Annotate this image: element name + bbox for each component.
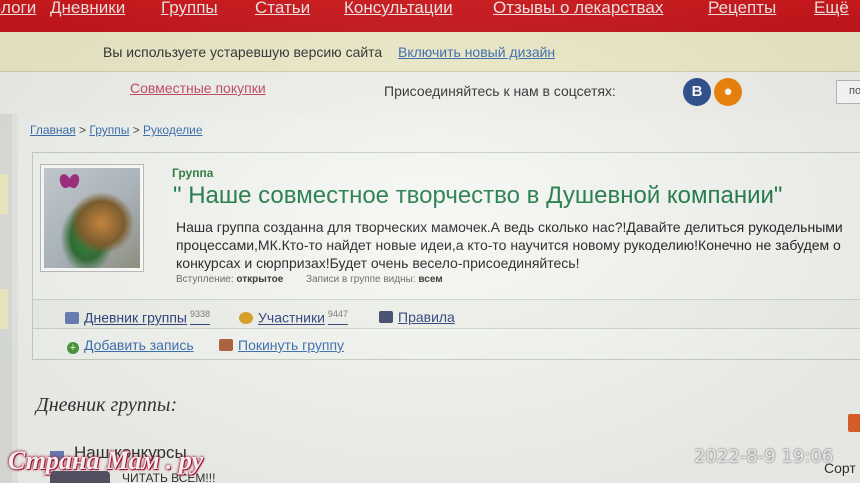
breadcrumb-craft[interactable]: Рукоделие — [143, 123, 202, 137]
join-social-text: Присоединяйтесь к нам в соцсетях: — [384, 83, 616, 99]
breadcrumb-home[interactable]: Главная — [30, 123, 76, 137]
group-meta: Вступление: открытое Записи в группе вид… — [176, 274, 443, 285]
site-watermark-logo: Страна Мам . ру — [8, 446, 204, 475]
group-title: " Наше совместное творчество в Душевной … — [173, 182, 783, 209]
main-content: Главная > Группы > Рукоделие Группа " На… — [18, 114, 860, 483]
old-version-notice: Вы используете устаревшую версию сайта В… — [0, 32, 860, 72]
group-description: Наша группа созданна для творческих мамо… — [176, 219, 843, 271]
sidebar-stub — [0, 289, 8, 329]
visibility-value: всем — [418, 274, 443, 285]
new-design-link[interactable]: Включить новый дизайн — [398, 44, 555, 60]
leave-group-label: Покинуть группу — [238, 337, 345, 353]
search-input[interactable]: по — [836, 80, 860, 104]
search-icon[interactable] — [848, 414, 860, 432]
group-avatar-image — [44, 168, 140, 268]
tab-members[interactable]: Участники 9447 — [239, 309, 348, 326]
joint-purchases-link[interactable]: Совместные покупки — [130, 80, 266, 96]
add-post-label: Добавить запись — [84, 337, 194, 353]
nav-item-consultations[interactable]: Консультации — [344, 0, 453, 18]
tab-members-label: Участники — [258, 309, 325, 326]
nav-item-articles[interactable]: Статьи — [255, 0, 310, 18]
group-card: Группа " Наше совместное творчество в Ду… — [32, 152, 860, 360]
join-policy-value: открытое — [236, 274, 284, 285]
vk-icon[interactable]: В — [683, 78, 711, 106]
breadcrumb: Главная > Группы > Рукоделие — [30, 123, 203, 137]
nav-item-groups[interactable]: Группы — [161, 0, 218, 18]
top-navigation: Блоги Дневники Группы Статьи Консультаци… — [0, 0, 860, 32]
breadcrumb-groups[interactable]: Группы — [89, 123, 129, 137]
tab-rules[interactable]: Правила — [379, 309, 455, 325]
add-post-button[interactable]: + Добавить запись — [67, 337, 194, 354]
rules-icon — [379, 311, 393, 323]
members-count: 9447 — [327, 309, 348, 319]
group-tabs: Дневник группы 9338 Участники 9447 Правила — [33, 299, 860, 329]
group-avatar[interactable] — [40, 164, 144, 272]
diary-count: 9338 — [189, 309, 210, 319]
users-icon — [239, 311, 253, 324]
tab-group-diary-label: Дневник группы — [84, 309, 187, 326]
tab-group-diary[interactable]: Дневник группы 9338 — [65, 309, 210, 326]
group-type-label: Группа — [172, 166, 214, 180]
nav-item-more[interactable]: Ещё — [814, 0, 849, 18]
join-policy-label: Вступление: — [176, 274, 234, 285]
book-icon — [65, 311, 79, 324]
tab-rules-label: Правила — [398, 309, 455, 325]
photo-timestamp: 2022-8-9 19:06 — [694, 446, 834, 467]
breadcrumb-separator: > — [129, 123, 144, 137]
odnoklassniki-icon[interactable]: ● — [714, 78, 742, 106]
leave-icon — [219, 339, 233, 351]
breadcrumb-separator: > — [75, 123, 90, 137]
sidebar-stub — [0, 174, 8, 214]
social-bar: Совместные покупки Присоединяйтесь к нам… — [0, 72, 860, 114]
notice-text: Вы используете устаревшую версию сайта — [103, 44, 383, 60]
nav-item-diaries[interactable]: Дневники — [50, 0, 125, 18]
plus-icon: + — [67, 342, 79, 354]
nav-item-drug-reviews[interactable]: Отзывы о лекарствах — [493, 0, 663, 18]
group-actions: + Добавить запись Покинуть группу — [33, 329, 860, 359]
visibility-label: Записи в группе видны: — [306, 274, 416, 285]
nav-item-recipes[interactable]: Рецепты — [708, 0, 776, 18]
butterfly-icon — [57, 172, 82, 192]
leave-group-button[interactable]: Покинуть группу — [219, 337, 344, 353]
nav-item-blogs[interactable]: Блоги — [0, 0, 36, 18]
diary-heading: Дневник группы: — [36, 394, 178, 416]
left-sidebar-strip — [0, 114, 12, 483]
